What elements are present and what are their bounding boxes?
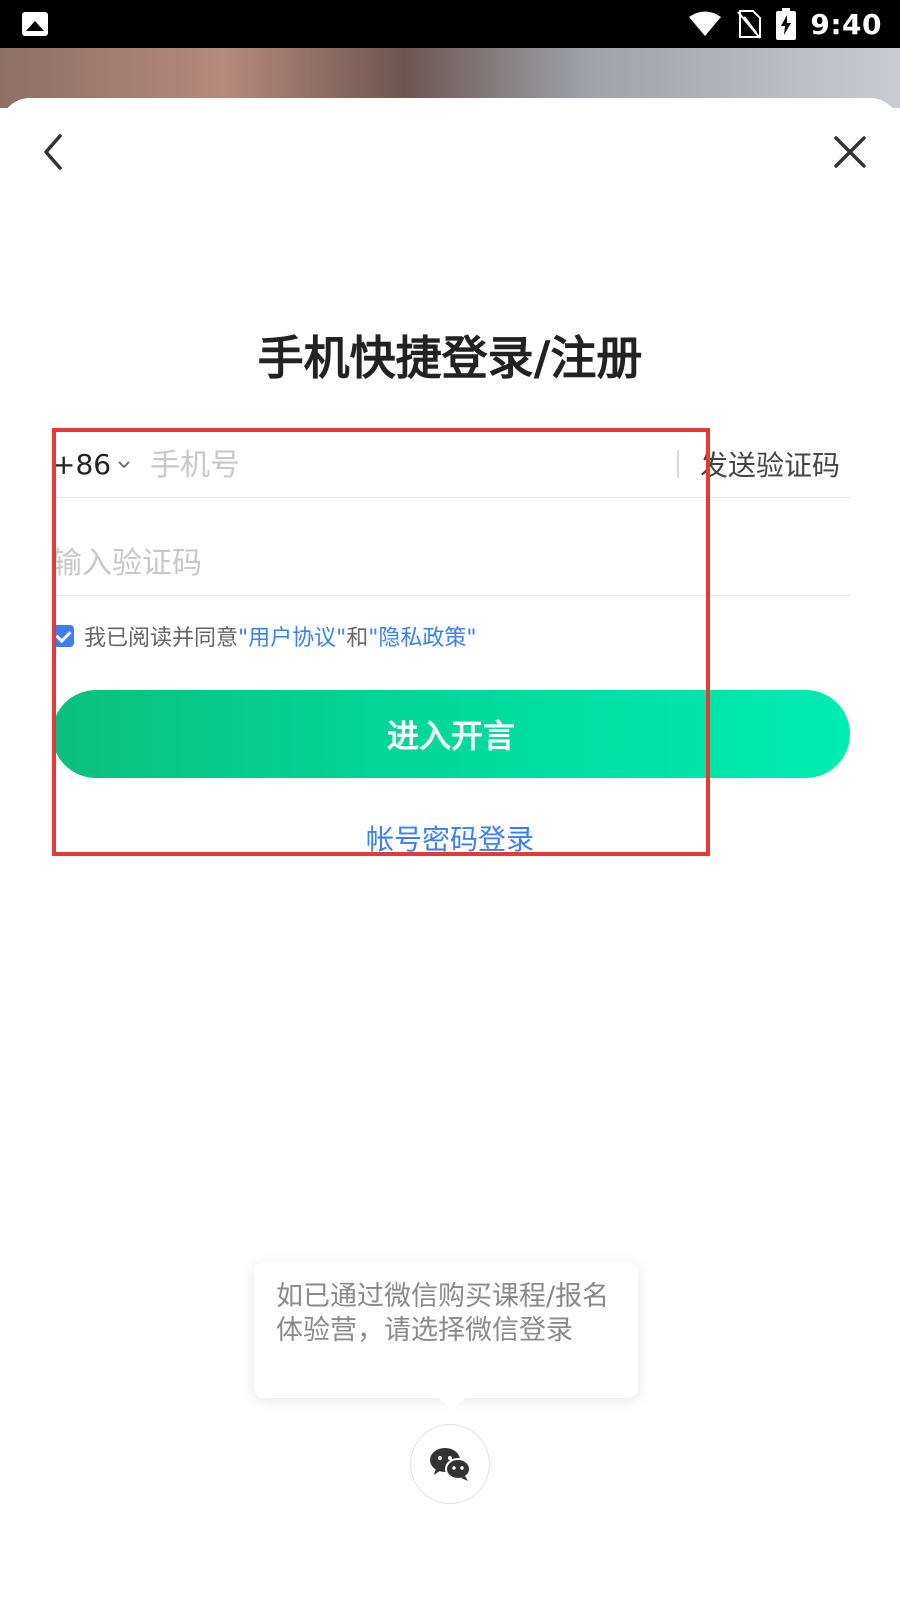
agreement-checkbox[interactable] <box>52 625 74 647</box>
gallery-icon <box>22 12 48 36</box>
back-button[interactable] <box>36 130 72 174</box>
status-icons: 9:40 <box>688 0 882 48</box>
status-bar: 9:40 <box>0 0 900 48</box>
status-clock: 9:40 <box>810 7 882 41</box>
enter-button[interactable]: 进入开言 <box>52 690 850 778</box>
password-login-link: 帐号密码登录 <box>0 818 900 858</box>
divider <box>677 450 679 478</box>
agreement-row: 我已阅读并同意 "用户协议" 和 "隐私政策" <box>52 620 477 652</box>
wechat-icon <box>430 1448 471 1481</box>
send-code-button[interactable]: 发送验证码 <box>700 444 840 484</box>
wechat-tooltip: 如已通过微信购买课程/报名体验营，请选择微信登录 <box>254 1262 638 1398</box>
divider <box>52 497 850 498</box>
close-button[interactable] <box>830 132 870 172</box>
tooltip-arrow <box>438 1397 466 1411</box>
agreement-and: 和 <box>346 626 369 651</box>
privacy-policy-link[interactable]: "隐私政策" <box>368 620 476 652</box>
no-sim-icon <box>737 10 762 39</box>
divider <box>52 595 850 596</box>
verification-code-input[interactable] <box>52 538 672 588</box>
agreement-text: 我已阅读并同意 <box>84 626 239 651</box>
password-login-text[interactable]: 帐号密码登录 <box>366 823 534 856</box>
wechat-login-button[interactable] <box>410 1424 490 1504</box>
country-code-value: +86 <box>52 448 112 481</box>
user-agreement-link[interactable]: "用户协议" <box>238 620 346 652</box>
wifi-icon <box>689 11 722 36</box>
phone-input[interactable] <box>150 440 650 490</box>
chevron-down-icon <box>118 460 130 468</box>
country-code-selector[interactable]: +86 <box>52 448 131 481</box>
page-title: 手机快捷登录/注册 <box>257 331 643 385</box>
battery-charging-icon <box>776 8 797 40</box>
